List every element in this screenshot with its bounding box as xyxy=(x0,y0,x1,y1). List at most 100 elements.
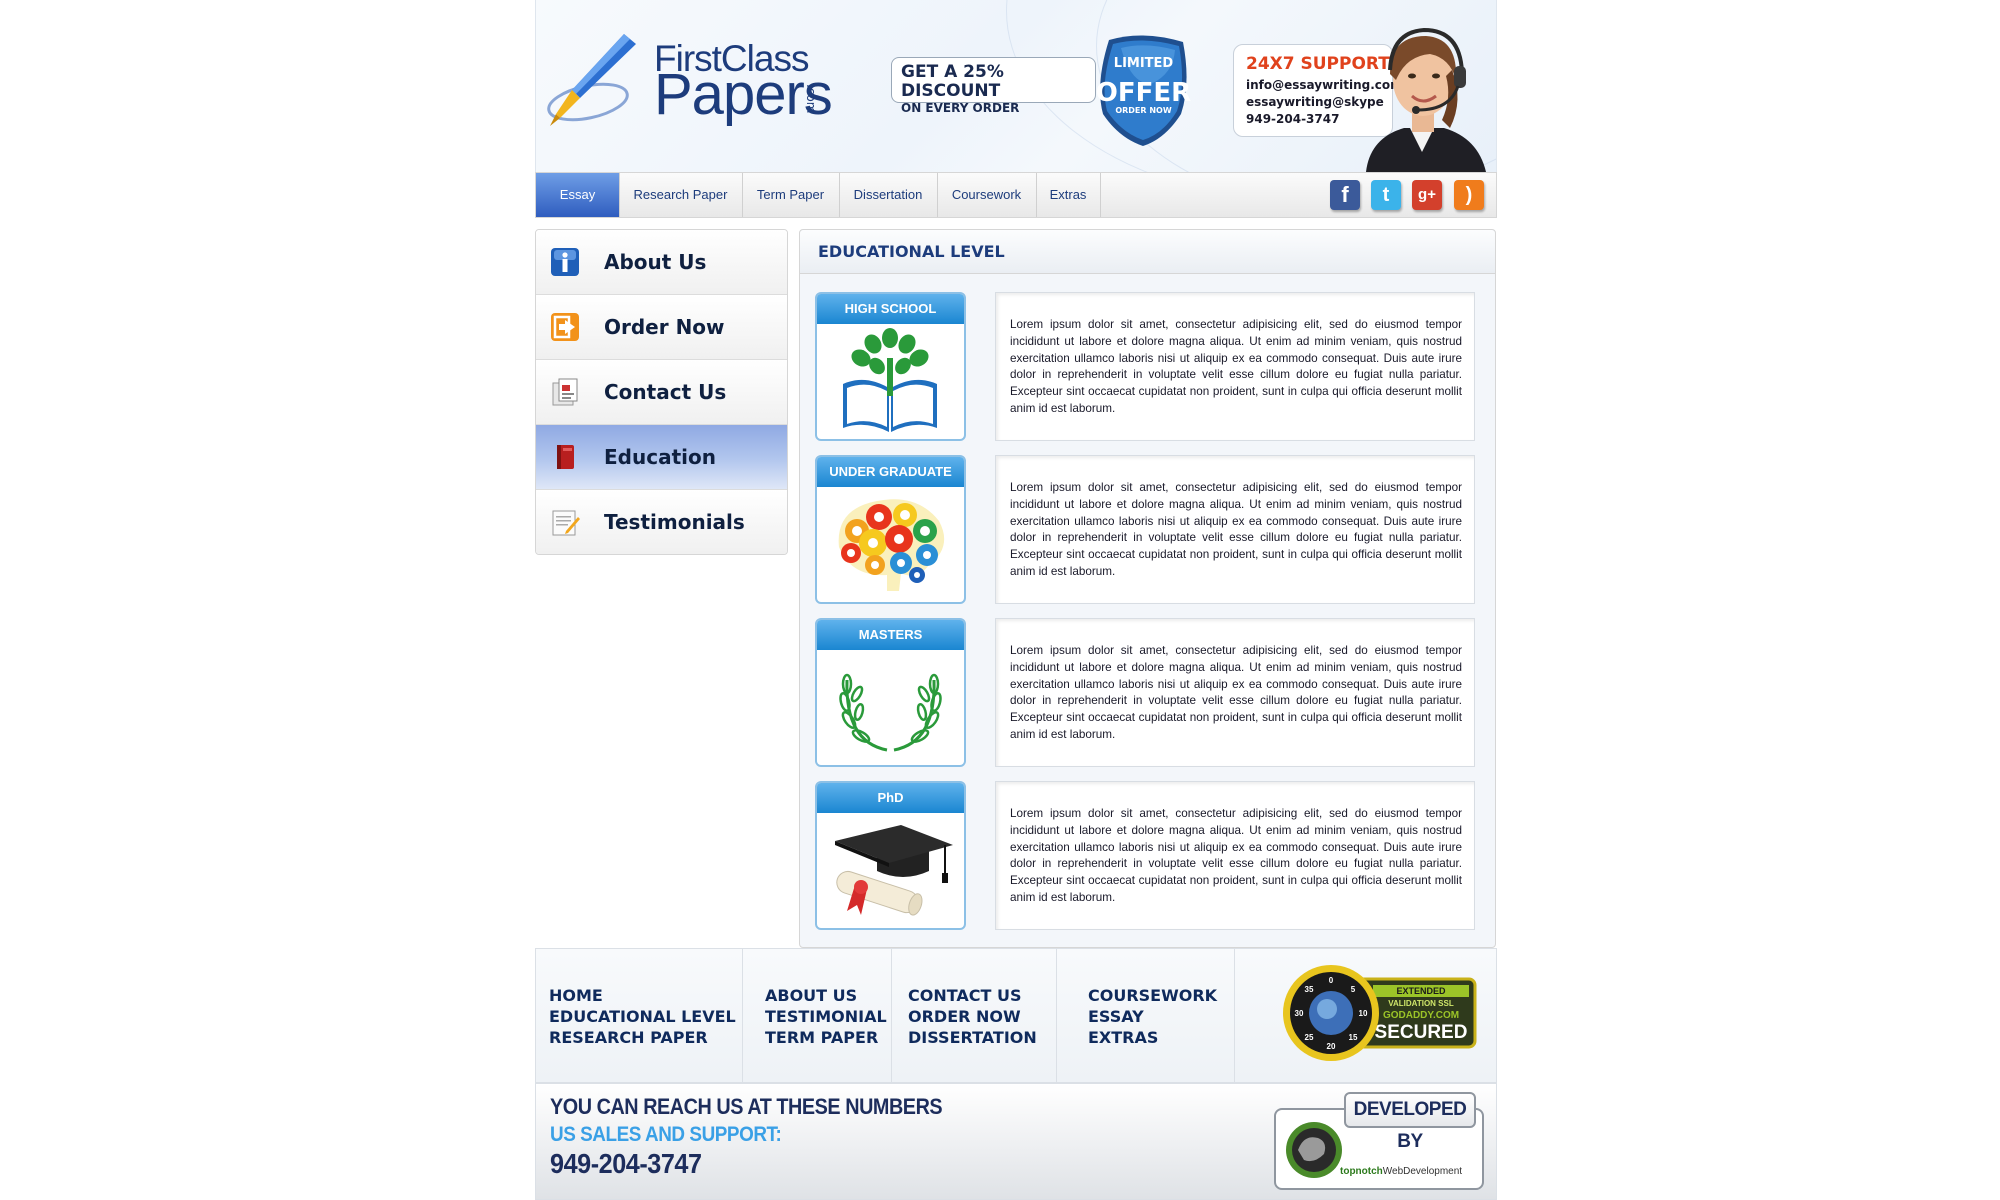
svg-text:5: 5 xyxy=(1351,985,1356,994)
graduation-cap-icon xyxy=(835,825,953,916)
footer-column: CONTACT US ORDER NOW DISSERTATION xyxy=(908,985,1037,1048)
developed-by-label: DEVELOPED BY xyxy=(1344,1092,1476,1152)
footer-column: COURSEWORK ESSAY EXTRAS xyxy=(1088,985,1217,1048)
nav-tab-extras[interactable]: Extras xyxy=(1036,173,1101,217)
level-card-title: HIGH SCHOOL xyxy=(817,294,964,324)
footer-divider xyxy=(1056,949,1057,1082)
svg-text:10: 10 xyxy=(1359,1009,1368,1018)
support-agent-avatar xyxy=(1366,27,1486,172)
footer-divider xyxy=(1234,949,1235,1082)
footer-divider xyxy=(742,949,743,1082)
reach-us-heading: YOU CAN REACH US AT THESE NUMBERS xyxy=(550,1094,943,1119)
limited-offer-badge[interactable]: LIMITED OFFER ORDER NOW xyxy=(1091,34,1196,149)
sidebar-item-label: Contact Us xyxy=(604,380,727,404)
sales-support-label: US SALES AND SUPPORT: xyxy=(550,1123,782,1146)
order-now-link[interactable]: ORDER NOW xyxy=(1091,106,1196,115)
sidebar-item-label: Education Levels xyxy=(604,445,716,533)
level-card-title: UNDER GRADUATE xyxy=(817,457,964,487)
facebook-icon[interactable]: f xyxy=(1330,180,1360,210)
education-content-panel: EDUCATIONAL LEVEL HIGH SCHOOL Lorem ipsu… xyxy=(799,229,1496,948)
footer-link-contact-us[interactable]: CONTACT US xyxy=(908,985,1037,1006)
footer-contact: YOU CAN REACH US AT THESE NUMBERS US SAL… xyxy=(535,1083,1497,1200)
level-card-high-school[interactable]: HIGH SCHOOL xyxy=(815,292,966,441)
panel-header: EDUCATIONAL LEVEL xyxy=(800,230,1495,274)
offer-text: OFFER xyxy=(1095,78,1192,108)
footer-link-essay[interactable]: ESSAY xyxy=(1088,1006,1217,1027)
footer-link-term-paper[interactable]: TERM PAPER xyxy=(765,1027,887,1048)
seal-text-godaddy: GODADDY.COM xyxy=(1383,1010,1459,1021)
level-description: Lorem ipsum dolor sit amet, consectetur … xyxy=(995,455,1475,604)
level-card-phd[interactable]: PhD xyxy=(815,781,966,930)
footer-link-order-now[interactable]: ORDER NOW xyxy=(908,1006,1037,1027)
gear-brain-icon xyxy=(838,499,945,591)
page: FirstClass Papers .com GET A 25% DISCOUN… xyxy=(535,0,1497,1200)
discount-headline: GET A 25% DISCOUNT xyxy=(901,62,1004,101)
panel-title: EDUCATIONAL LEVEL xyxy=(818,242,1005,261)
level-description: Lorem ipsum dolor sit amet, consectetur … xyxy=(995,292,1475,441)
seal-text-validation: VALIDATION SSL xyxy=(1388,999,1454,1008)
seal-text-secured: SECURED xyxy=(1375,1022,1468,1043)
sidebar-item-order-now[interactable]: Order Now xyxy=(536,295,787,360)
level-card-title: PhD xyxy=(817,783,964,813)
footer-link-research-paper[interactable]: RESEARCH PAPER xyxy=(549,1027,736,1048)
footer-link-coursework[interactable]: COURSEWORK xyxy=(1088,985,1217,1006)
discount-subline: ON EVERY ORDER xyxy=(901,101,1020,115)
sidebar-item-education-levels[interactable]: Education Levels xyxy=(536,425,787,533)
svg-text:30: 30 xyxy=(1295,1009,1304,1018)
footer-column: ABOUT US TESTIMONIAL TERM PAPER xyxy=(765,985,887,1048)
discount-banner[interactable]: GET A 25% DISCOUNT ON EVERY ORDER xyxy=(891,57,1096,115)
logo-domain: .com xyxy=(804,84,818,114)
contact-card-icon xyxy=(552,378,578,406)
sidebar-item-label: About Us xyxy=(604,250,707,274)
svg-text:0: 0 xyxy=(1329,976,1334,985)
seal-text-extended: EXTENDED xyxy=(1396,986,1446,996)
developer-globe-logo xyxy=(1286,1122,1342,1178)
sidebar-menu: About Us Order Now Contact Us Education … xyxy=(535,229,788,555)
info-icon xyxy=(551,248,579,276)
footer-divider xyxy=(891,949,892,1082)
footer-sitemap: HOME EDUCATIONAL LEVEL RESEARCH PAPER AB… xyxy=(535,948,1497,1083)
footer-link-home[interactable]: HOME xyxy=(549,985,736,1006)
fountain-pen-icon[interactable] xyxy=(546,30,646,130)
developer-name-secondary: WebDevelopment xyxy=(1382,1166,1463,1177)
site-header: FirstClass Papers .com GET A 25% DISCOUN… xyxy=(535,0,1497,172)
svg-text:20: 20 xyxy=(1327,1042,1336,1051)
twitter-icon[interactable]: t xyxy=(1371,180,1401,210)
sidebar-item-about-us[interactable]: About Us xyxy=(536,230,787,295)
level-description: Lorem ipsum dolor sit amet, consectetur … xyxy=(995,618,1475,767)
ssl-secured-seal[interactable]: EXTENDED VALIDATION SSL GODADDY.COM SECU… xyxy=(1281,963,1481,1063)
nav-tab-dissertation[interactable]: Dissertation xyxy=(839,173,938,217)
nav-tab-essay[interactable]: Essay xyxy=(536,173,620,217)
order-arrow-icon xyxy=(551,313,579,341)
nav-tab-research-paper[interactable]: Research Paper xyxy=(619,173,743,217)
nav-tab-coursework[interactable]: Coursework xyxy=(937,173,1037,217)
laurel-wreath-icon xyxy=(839,673,942,752)
rss-icon[interactable]: ) xyxy=(1454,180,1484,210)
sales-phone-number[interactable]: 949-204-3747 xyxy=(550,1148,702,1180)
offer-limited-text: LIMITED xyxy=(1113,56,1174,71)
footer-link-extras[interactable]: EXTRAS xyxy=(1088,1027,1217,1048)
sidebar-item-testimonials[interactable]: Testimonials xyxy=(536,490,787,554)
footer-link-educational-level[interactable]: EDUCATIONAL LEVEL xyxy=(549,1006,736,1027)
top-navigation: Essay Research Paper Term Paper Disserta… xyxy=(535,172,1497,218)
footer-link-testimonial[interactable]: TESTIMONIAL xyxy=(765,1006,887,1027)
svg-text:35: 35 xyxy=(1305,985,1314,994)
google-plus-icon[interactable]: g+ xyxy=(1412,180,1442,210)
svg-text:15: 15 xyxy=(1349,1033,1358,1042)
footer-link-dissertation[interactable]: DISSERTATION xyxy=(908,1027,1037,1048)
nav-tab-term-paper[interactable]: Term Paper xyxy=(742,173,840,217)
footer-link-about-us[interactable]: ABOUT US xyxy=(765,985,887,1006)
sidebar-item-label: Order Now xyxy=(604,315,725,339)
book-tree-icon xyxy=(843,328,937,432)
notepad-icon xyxy=(552,510,580,536)
book-icon xyxy=(557,445,574,469)
level-card-under-graduate[interactable]: UNDER GRADUATE xyxy=(815,455,966,604)
footer-column: HOME EDUCATIONAL LEVEL RESEARCH PAPER xyxy=(549,985,736,1048)
svg-text:25: 25 xyxy=(1305,1033,1314,1042)
developer-name[interactable]: topnotchWebDevelopment xyxy=(1340,1166,1462,1177)
level-card-title: MASTERS xyxy=(817,620,964,650)
developer-name-primary: topnotch xyxy=(1340,1166,1383,1177)
level-description: Lorem ipsum dolor sit amet, consectetur … xyxy=(995,781,1475,930)
sidebar-item-contact-us[interactable]: Contact Us xyxy=(536,360,787,425)
level-card-masters[interactable]: MASTERS xyxy=(815,618,966,767)
